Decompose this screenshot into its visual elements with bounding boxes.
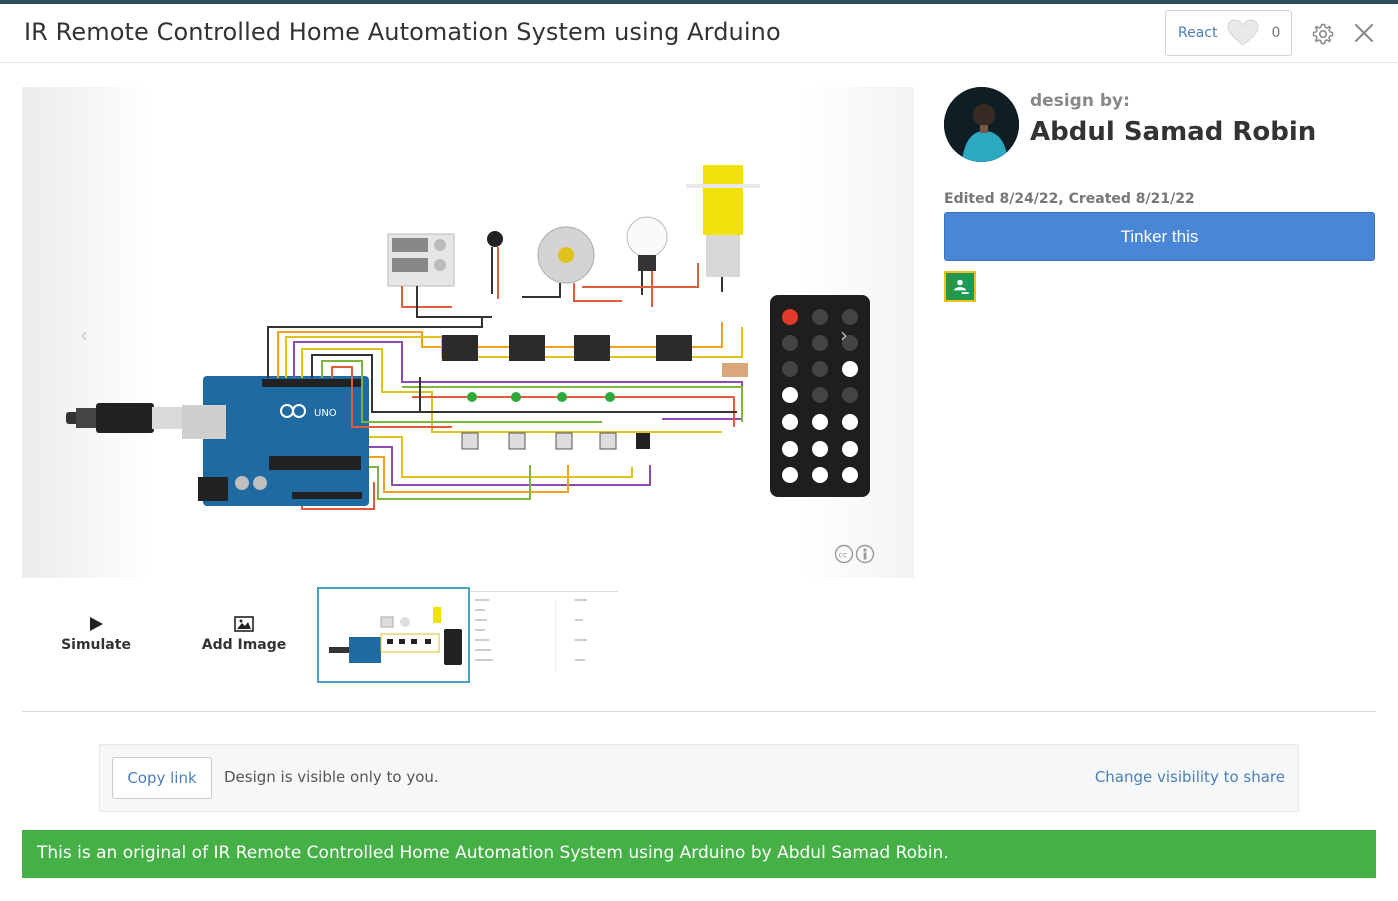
react-button[interactable]: React 0 — [1165, 10, 1292, 56]
gear-icon[interactable] — [1311, 22, 1335, 46]
add-image-label: Add Image — [201, 637, 287, 653]
edited-created-dates: Edited 8/24/22, Created 8/21/22 — [944, 191, 1195, 207]
page-title: IR Remote Controlled Home Automation Sys… — [24, 18, 781, 46]
thumbnail-document[interactable] — [471, 589, 618, 682]
tinker-this-button[interactable]: Tinker this — [944, 212, 1375, 261]
modal-header: IR Remote Controlled Home Automation Sys… — [0, 4, 1398, 63]
simulate-button[interactable]: Simulate — [22, 586, 170, 682]
thumbnail-document-image — [471, 591, 618, 671]
share-bar: Copy link Design is visible only to you.… — [99, 744, 1299, 812]
design-by-label: design by: — [1030, 91, 1130, 111]
svg-text:UNO: UNO — [314, 408, 337, 419]
creative-commons-icon: cc — [834, 544, 875, 564]
add-image-button[interactable]: Add Image — [170, 586, 318, 682]
thumbnail-circuit[interactable] — [317, 587, 470, 683]
react-label: React — [1178, 25, 1218, 41]
simulate-label: Simulate — [61, 637, 131, 653]
heart-icon — [1227, 19, 1259, 46]
thumbnail-circuit-image — [329, 607, 462, 665]
change-visibility-link[interactable]: Change visibility to share — [1095, 768, 1285, 786]
avatar[interactable] — [944, 87, 1019, 162]
author-name[interactable]: Abdul Samad Robin — [1030, 117, 1316, 147]
banner-text: This is an original of IR Remote Control… — [37, 843, 949, 863]
play-icon — [90, 617, 103, 631]
visibility-status: Design is visible only to you. — [224, 768, 439, 786]
image-thumbnail-strip: Simulate Add Image — [22, 586, 622, 686]
avatar-image — [944, 87, 1019, 162]
section-divider — [22, 711, 1376, 712]
image-icon — [234, 616, 254, 632]
react-count: 0 — [1271, 25, 1281, 41]
chevron-left-icon[interactable]: ‹ — [80, 323, 88, 347]
close-icon[interactable] — [1352, 21, 1376, 45]
chevron-right-icon[interactable]: › — [840, 323, 848, 347]
original-design-banner: This is an original of IR Remote Control… — [22, 830, 1376, 878]
svg-text:cc: cc — [839, 551, 848, 560]
design-image-viewer[interactable]: UNO ‹ › cc — [22, 87, 914, 578]
circuit-design-image: UNO — [66, 165, 870, 510]
google-classroom-icon[interactable] — [944, 271, 976, 302]
copy-link-button[interactable]: Copy link — [112, 757, 212, 799]
